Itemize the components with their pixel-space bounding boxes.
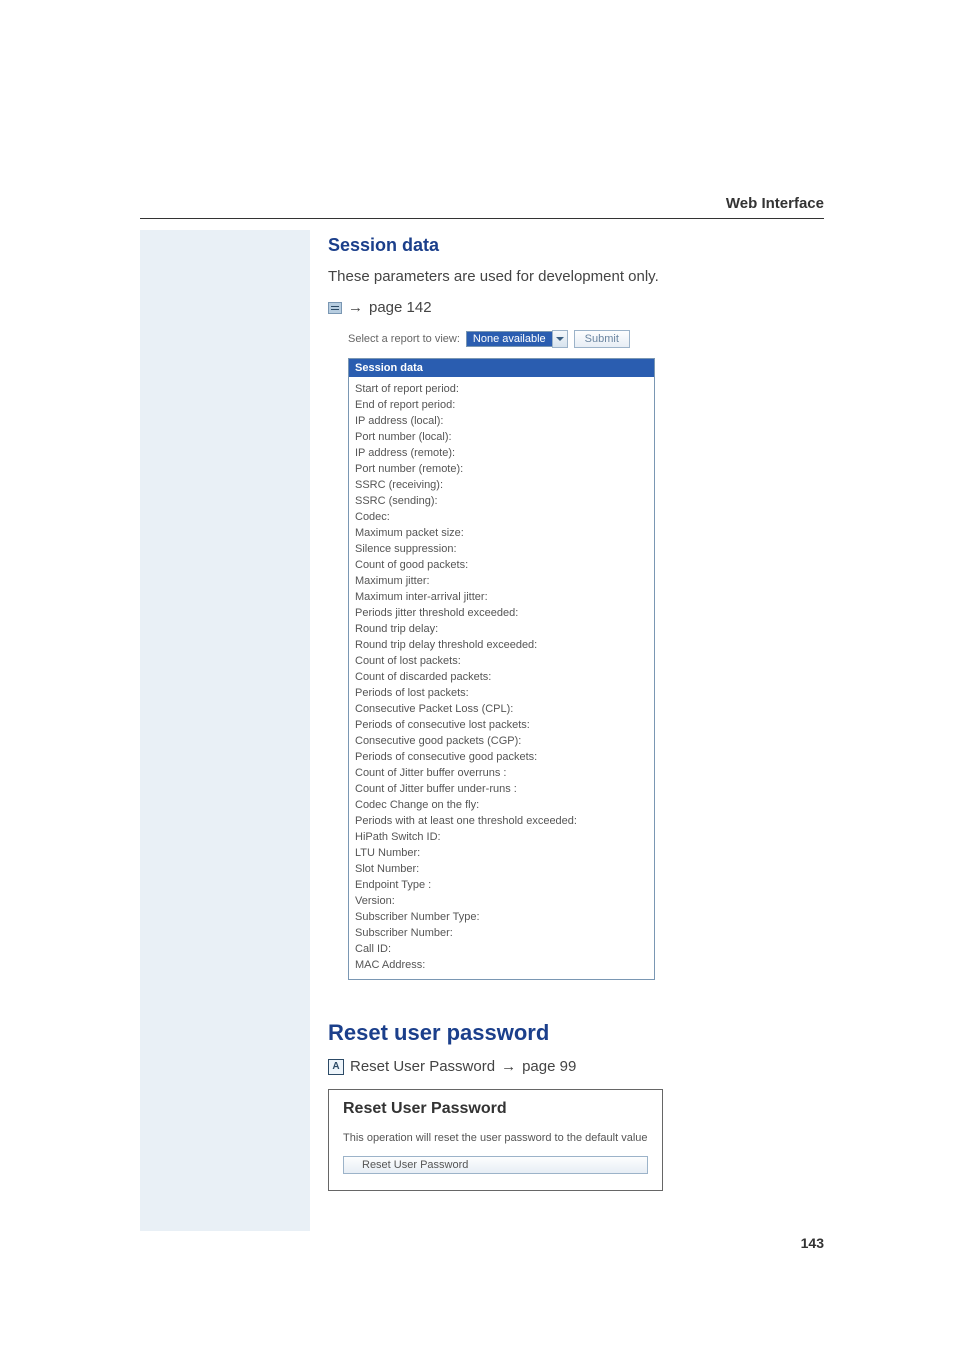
- session-field-row: Silence suppression:: [355, 541, 648, 557]
- report-select[interactable]: None available: [466, 330, 568, 348]
- session-field-row: Count of Jitter buffer under-runs :: [355, 781, 648, 797]
- list-icon: [328, 302, 342, 314]
- session-field-row: Round trip delay threshold exceeded:: [355, 637, 648, 653]
- session-field-row: Round trip delay:: [355, 621, 648, 637]
- session-field-row: LTU Number:: [355, 845, 648, 861]
- session-field-row: Call ID:: [355, 941, 648, 957]
- report-select-label: Select a report to view:: [348, 333, 460, 345]
- session-field-row: Port number (local):: [355, 429, 648, 445]
- session-field-row: Port number (remote):: [355, 461, 648, 477]
- sidebar-gutter: [140, 230, 310, 1231]
- session-field-row: MAC Address:: [355, 957, 648, 973]
- session-field-row: Start of report period:: [355, 381, 648, 397]
- reset-panel-text: This operation will reset the user passw…: [343, 1132, 648, 1144]
- reset-ref: page 99: [522, 1058, 576, 1075]
- session-field-row: Endpoint Type :: [355, 877, 648, 893]
- reset-password-panel: Reset User Password This operation will …: [328, 1089, 663, 1191]
- chevron-down-icon[interactable]: [552, 330, 568, 348]
- letter-a-icon: A: [328, 1059, 344, 1075]
- session-field-row: Periods of lost packets:: [355, 685, 648, 701]
- reset-ref-label: Reset User Password: [350, 1058, 495, 1075]
- session-field-row: SSRC (receiving):: [355, 477, 648, 493]
- reset-panel-title: Reset User Password: [343, 1100, 648, 1118]
- header-divider: [140, 218, 824, 219]
- session-field-row: Subscriber Number Type:: [355, 909, 648, 925]
- session-field-row: Count of good packets:: [355, 557, 648, 573]
- session-field-row: Count of lost packets:: [355, 653, 648, 669]
- session-field-row: Consecutive good packets (CGP):: [355, 733, 648, 749]
- session-table-header: Session data: [349, 359, 654, 377]
- reset-password-button[interactable]: Reset User Password: [343, 1156, 648, 1174]
- session-ref: page 142: [369, 299, 432, 316]
- session-field-row: End of report period:: [355, 397, 648, 413]
- arrow-icon: →: [348, 299, 363, 316]
- session-field-row: Codec Change on the fly:: [355, 797, 648, 813]
- session-field-row: SSRC (sending):: [355, 493, 648, 509]
- page-number: 143: [801, 1235, 824, 1251]
- submit-button[interactable]: Submit: [574, 330, 630, 348]
- session-field-row: Version:: [355, 893, 648, 909]
- session-field-row: Periods of consecutive good packets:: [355, 749, 648, 765]
- session-field-row: Maximum inter-arrival jitter:: [355, 589, 648, 605]
- session-field-row: IP address (remote):: [355, 445, 648, 461]
- session-field-row: Consecutive Packet Loss (CPL):: [355, 701, 648, 717]
- section-heading-reset-password: Reset user password: [328, 1020, 824, 1046]
- running-header: Web Interface: [726, 195, 824, 212]
- session-field-row: Periods jitter threshold exceeded:: [355, 605, 648, 621]
- session-intro-text: These parameters are used for developmen…: [328, 268, 824, 285]
- session-field-row: Subscriber Number:: [355, 925, 648, 941]
- session-field-row: Count of Jitter buffer overruns :: [355, 765, 648, 781]
- session-field-row: Slot Number:: [355, 861, 648, 877]
- session-field-row: Periods of consecutive lost packets:: [355, 717, 648, 733]
- session-field-row: Maximum jitter:: [355, 573, 648, 589]
- session-field-row: Codec:: [355, 509, 648, 525]
- session-field-row: Count of discarded packets:: [355, 669, 648, 685]
- report-select-value: None available: [466, 331, 552, 347]
- session-field-row: IP address (local):: [355, 413, 648, 429]
- session-field-row: Periods with at least one threshold exce…: [355, 813, 648, 829]
- section-heading-session-data: Session data: [328, 235, 824, 256]
- session-data-table: Session data Start of report period:End …: [348, 358, 655, 980]
- arrow-icon: →: [501, 1058, 516, 1075]
- session-field-row: Maximum packet size:: [355, 525, 648, 541]
- session-field-row: HiPath Switch ID:: [355, 829, 648, 845]
